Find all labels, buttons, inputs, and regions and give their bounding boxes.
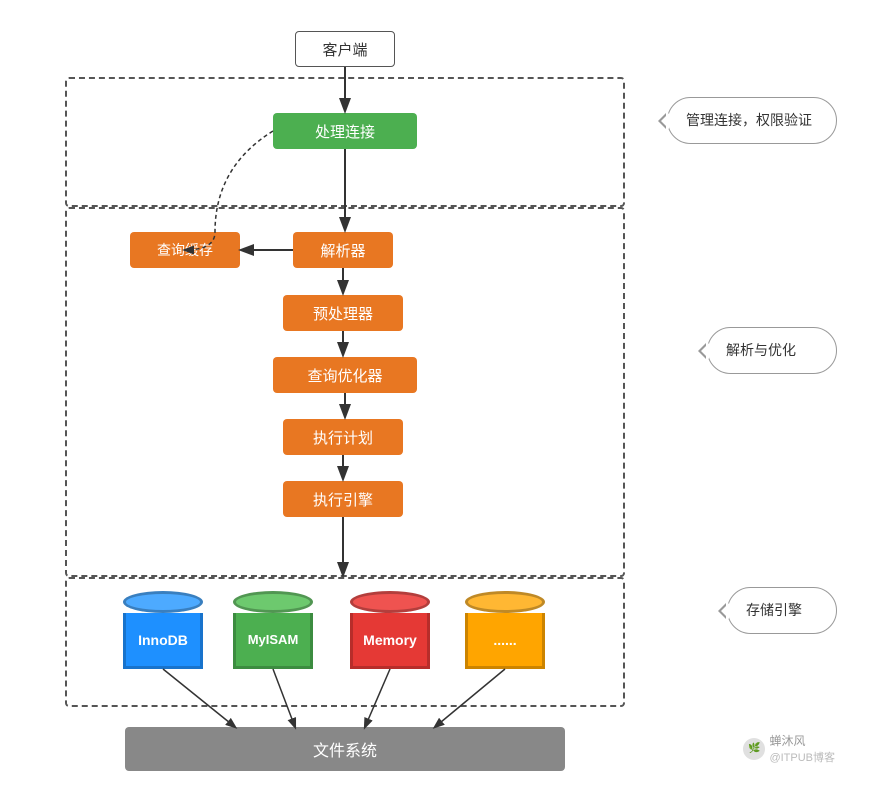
- bubble-parse: 解析与优化: [707, 327, 837, 374]
- optimizer-box: 查询优化器: [273, 357, 417, 393]
- bubble-connection: 管理连接，权限验证: [667, 97, 837, 144]
- client-box: 客户端: [295, 31, 395, 67]
- innodb-cylinder: InnoDB: [123, 591, 203, 669]
- watermark: 🌿 蝉沐风 @ITPUB博客: [743, 732, 835, 765]
- filesystem-box: 文件系统: [125, 727, 565, 771]
- main-container: 客户端 处理连接 查询缓存 解析器 预处理器 查询优化器 执行计划 执行引擎: [0, 0, 890, 794]
- exec-engine-box: 执行引擎: [283, 481, 403, 517]
- parser-box: 解析器: [293, 232, 393, 268]
- watermark-text: 蝉沐风 @ITPUB博客: [769, 732, 835, 765]
- myisam-cylinder: MyISAM: [233, 591, 313, 669]
- bubble-storage: 存储引擎: [727, 587, 837, 634]
- exec-plan-box: 执行计划: [283, 419, 403, 455]
- memory-cylinder: Memory: [350, 591, 430, 669]
- watermark-logo: 🌿: [743, 738, 765, 760]
- other-cylinder: ......: [465, 591, 545, 669]
- query-cache-box: 查询缓存: [130, 232, 240, 268]
- process-connect-box: 处理连接: [273, 113, 417, 149]
- diagram-wrapper: 客户端 处理连接 查询缓存 解析器 预处理器 查询优化器 执行计划 执行引擎: [35, 17, 855, 777]
- preprocessor-box: 预处理器: [283, 295, 403, 331]
